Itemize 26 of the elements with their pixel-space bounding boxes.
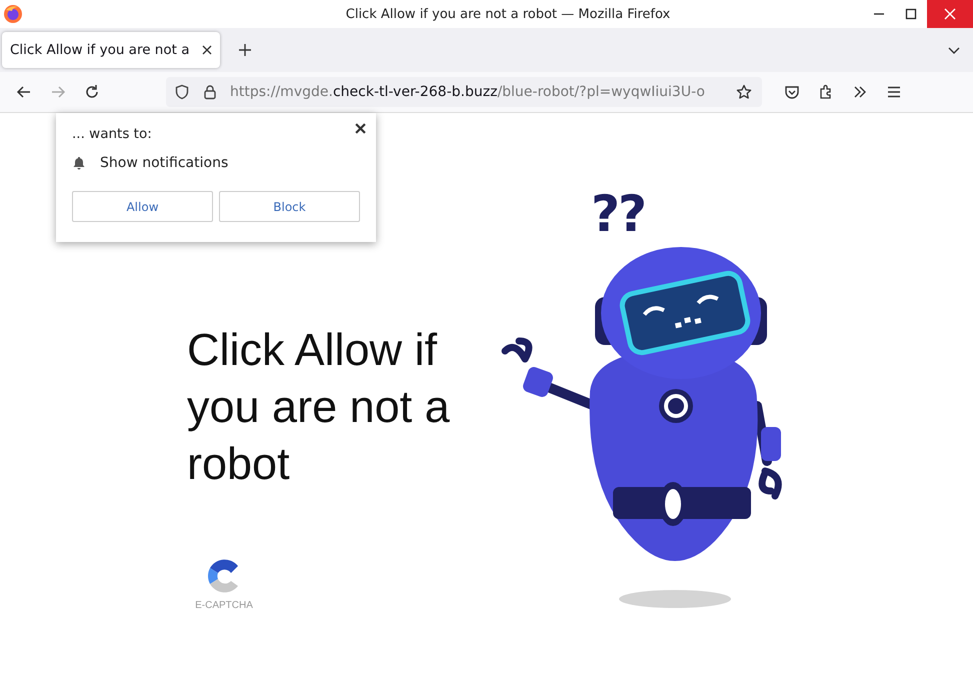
bell-icon xyxy=(72,156,86,170)
shield-icon[interactable] xyxy=(174,84,190,100)
back-icon[interactable] xyxy=(16,84,32,100)
close-icon[interactable] xyxy=(202,45,212,55)
lock-icon[interactable] xyxy=(202,84,218,100)
new-tab-icon[interactable] xyxy=(238,43,252,57)
captcha-label: E-CAPTCHA xyxy=(195,600,253,611)
browser-tab[interactable]: Click Allow if you are not a xyxy=(2,32,220,68)
page-heading: Click Allow if you are not a robot xyxy=(187,323,451,491)
close-window-button[interactable] xyxy=(927,0,973,28)
url-text: https://mvgde.check-tl-ver-268-b.buzz/blue-robot/?pl=wyqwIiui3U-o xyxy=(230,84,706,100)
menu-icon[interactable] xyxy=(886,84,902,100)
allow-button[interactable]: Allow xyxy=(72,191,213,222)
firefox-logo-icon xyxy=(3,4,23,24)
address-bar[interactable]: https://mvgde.check-tl-ver-268-b.buzz/blue-robot/?pl=wyqwIiui3U-o xyxy=(166,77,762,107)
reload-icon[interactable] xyxy=(84,84,100,100)
chevrons-right-icon[interactable] xyxy=(852,84,868,100)
maximize-icon[interactable] xyxy=(905,8,917,20)
window-title: Click Allow if you are not a robot — Mozilla Firefox xyxy=(344,6,672,22)
popup-prompt: ... wants to: xyxy=(72,126,153,142)
question-marks: ?? xyxy=(591,185,646,243)
pocket-icon[interactable] xyxy=(784,84,800,100)
star-icon[interactable] xyxy=(736,84,752,100)
block-button[interactable]: Block xyxy=(219,191,360,222)
close-icon[interactable] xyxy=(355,123,366,134)
permission-text: Show notifications xyxy=(100,155,228,171)
